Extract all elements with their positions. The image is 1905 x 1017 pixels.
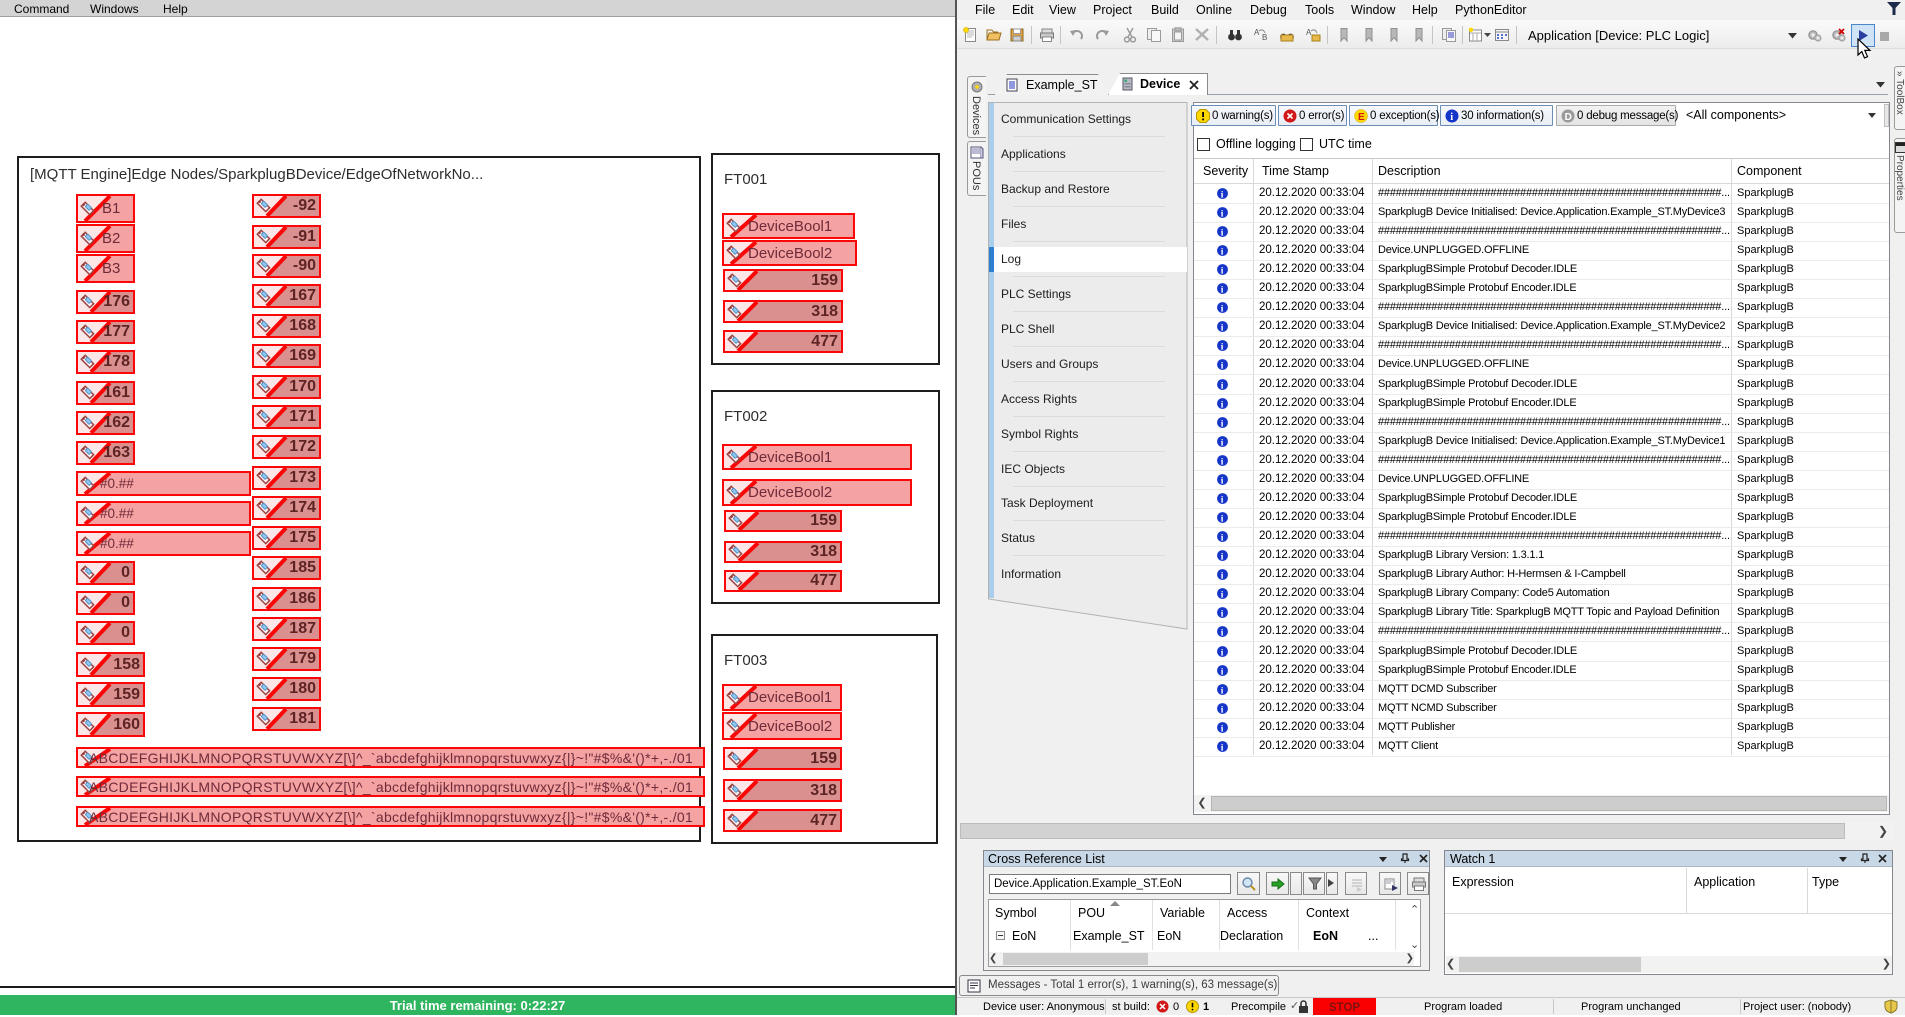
svg-text:A: A xyxy=(1254,28,1260,37)
svg-text:E: E xyxy=(1358,112,1365,123)
svg-text:i: i xyxy=(1221,705,1224,715)
svg-text:i: i xyxy=(1221,362,1224,372)
svg-text:i: i xyxy=(1221,266,1224,276)
svg-text:i: i xyxy=(1221,419,1224,429)
svg-text:i: i xyxy=(1221,343,1224,353)
svg-text:D: D xyxy=(1565,112,1572,123)
svg-text:i: i xyxy=(1221,629,1224,639)
svg-text:i: i xyxy=(1221,495,1224,505)
svg-text:i: i xyxy=(1221,228,1224,238)
svg-text:i: i xyxy=(1221,190,1224,200)
svg-text:i: i xyxy=(1221,571,1224,581)
svg-text:i: i xyxy=(1221,667,1224,677)
svg-text:i: i xyxy=(1221,247,1224,257)
svg-text:i: i xyxy=(1221,285,1224,295)
svg-text:i: i xyxy=(1221,324,1224,334)
svg-text:i: i xyxy=(1221,610,1224,620)
svg-text:i: i xyxy=(1221,552,1224,562)
svg-text:i: i xyxy=(1221,686,1224,696)
svg-text:i: i xyxy=(1221,514,1224,524)
svg-text:A: A xyxy=(1306,28,1312,37)
svg-text:i: i xyxy=(1221,533,1224,543)
svg-text:i: i xyxy=(1221,304,1224,314)
svg-text:i: i xyxy=(1221,648,1224,658)
svg-text:i: i xyxy=(1221,209,1224,219)
svg-text:i: i xyxy=(1221,438,1224,448)
svg-text:i: i xyxy=(1450,112,1453,123)
svg-text:i: i xyxy=(1221,743,1224,753)
svg-text:i: i xyxy=(1221,724,1224,734)
svg-text:B: B xyxy=(1262,33,1267,42)
svg-text:i: i xyxy=(1221,400,1224,410)
svg-text:i: i xyxy=(1221,457,1224,467)
svg-text:i: i xyxy=(1221,381,1224,391)
svg-text:i: i xyxy=(1221,476,1224,486)
svg-text:i: i xyxy=(1221,591,1224,601)
